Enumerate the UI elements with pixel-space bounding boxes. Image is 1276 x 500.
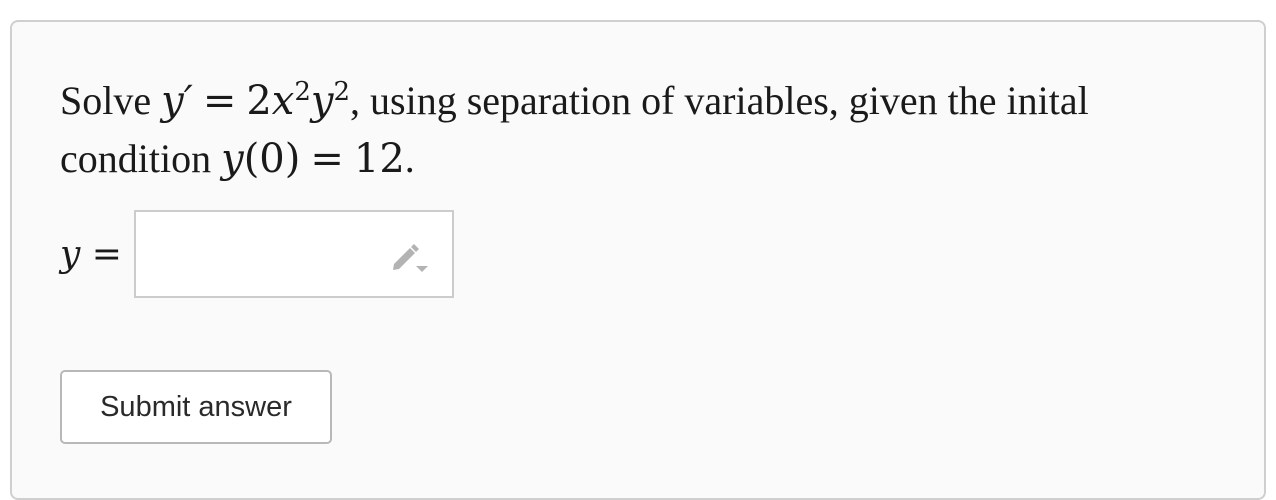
equation-coefficient: 2 bbox=[246, 78, 272, 124]
condition-arg: (0) bbox=[243, 136, 301, 182]
differential-equation: y′ = 2x2y2 bbox=[161, 78, 350, 124]
question-suffix: . bbox=[404, 136, 415, 181]
condition-func: y bbox=[221, 136, 244, 182]
equation-equals: = bbox=[202, 78, 237, 124]
condition-equals: = bbox=[310, 136, 344, 182]
question-prefix: Solve bbox=[60, 78, 152, 123]
answer-field[interactable] bbox=[133, 210, 454, 298]
equation-var-x: x bbox=[271, 78, 295, 124]
answer-label: y = bbox=[60, 234, 122, 275]
condition-value: 12 bbox=[353, 136, 405, 182]
question-card: Solve y′ = 2x2y2, using separation of vari… bbox=[10, 20, 1266, 500]
answer-label-var: y bbox=[60, 233, 81, 275]
equation-exp-y: 2 bbox=[333, 77, 351, 107]
equation-var-y: y bbox=[310, 78, 334, 124]
question-text: Solve y′ = 2x2y2, using separation of vari… bbox=[60, 72, 1180, 188]
submit-answer-button[interactable]: Submit answer bbox=[60, 370, 332, 444]
initial-condition: y(0) = 12 bbox=[221, 136, 405, 182]
answer-row: y = bbox=[60, 210, 454, 298]
answer-label-eq: = bbox=[91, 233, 122, 275]
equation-exp-x: 2 bbox=[294, 77, 311, 107]
equation-lhs: y′ bbox=[161, 78, 193, 124]
pencil-dropdown-icon[interactable] bbox=[388, 240, 430, 274]
